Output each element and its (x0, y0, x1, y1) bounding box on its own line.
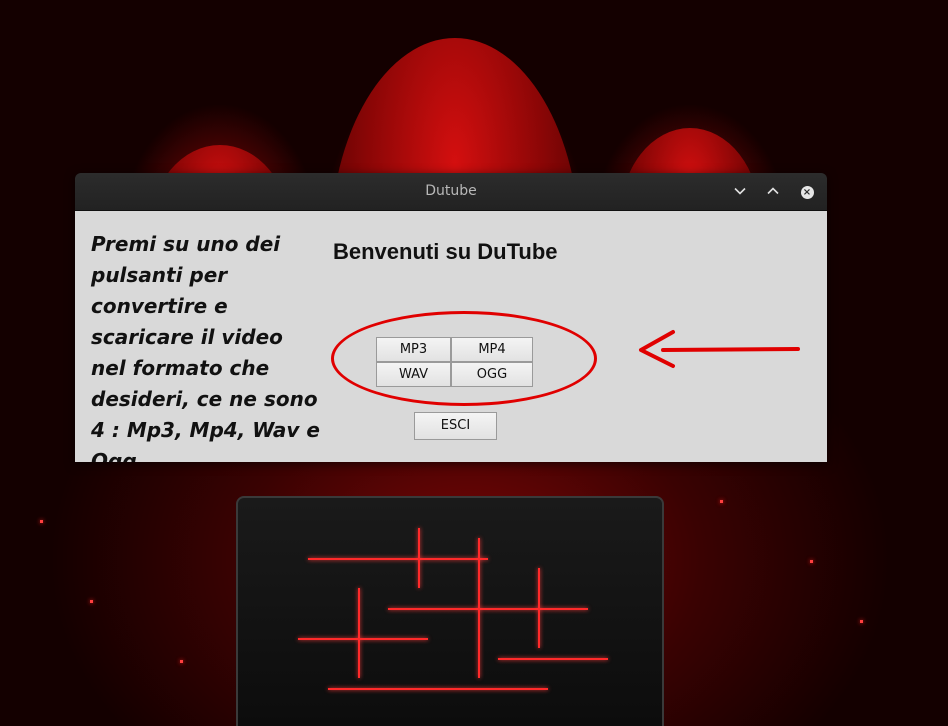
ogg-button[interactable]: OGG (451, 362, 533, 387)
wallpaper-circuit-line (538, 568, 540, 648)
desktop-wallpaper: Dutube × Premi su uno dei pulsanti per c… (0, 0, 948, 726)
chevron-up-icon (767, 187, 779, 195)
wallpaper-glow (810, 560, 813, 563)
annotation-arrow-icon (639, 330, 800, 368)
wallpaper-circuit-line (328, 688, 548, 690)
maximize-button[interactable] (763, 181, 783, 201)
window-content: Premi su uno dei pulsanti per convertire… (75, 211, 827, 462)
wallpaper-circuit-line (478, 538, 480, 678)
close-icon: × (800, 186, 814, 199)
welcome-heading: Benvenuti su DuTube (333, 239, 558, 264)
wallpaper-glow (180, 660, 183, 663)
minimize-button[interactable] (730, 181, 750, 201)
wallpaper-circuit-line (308, 558, 488, 560)
wallpaper-circuit-line (418, 528, 420, 588)
wallpaper-circuit-line (358, 588, 360, 678)
wallpaper-laptop (236, 496, 664, 726)
window-titlebar[interactable]: Dutube × (75, 173, 827, 211)
wallpaper-glow (720, 500, 723, 503)
exit-button[interactable]: ESCI (414, 412, 497, 440)
wallpaper-circuit-line (498, 658, 608, 660)
mp4-button[interactable]: MP4 (451, 337, 533, 362)
wav-button[interactable]: WAV (376, 362, 451, 387)
wallpaper-glow (90, 600, 93, 603)
wallpaper-glow (40, 520, 43, 523)
window-title: Dutube (425, 183, 477, 199)
chevron-down-icon (734, 187, 746, 195)
mp3-button[interactable]: MP3 (376, 337, 451, 362)
app-window: Dutube × Premi su uno dei pulsanti per c… (75, 173, 827, 462)
wallpaper-glow (860, 620, 863, 623)
close-button[interactable]: × (797, 181, 817, 201)
instructions-text: Premi su uno dei pulsanti per convertire… (91, 232, 320, 462)
wallpaper-circuit-line (298, 638, 428, 640)
wallpaper-circuit-line (388, 608, 588, 610)
